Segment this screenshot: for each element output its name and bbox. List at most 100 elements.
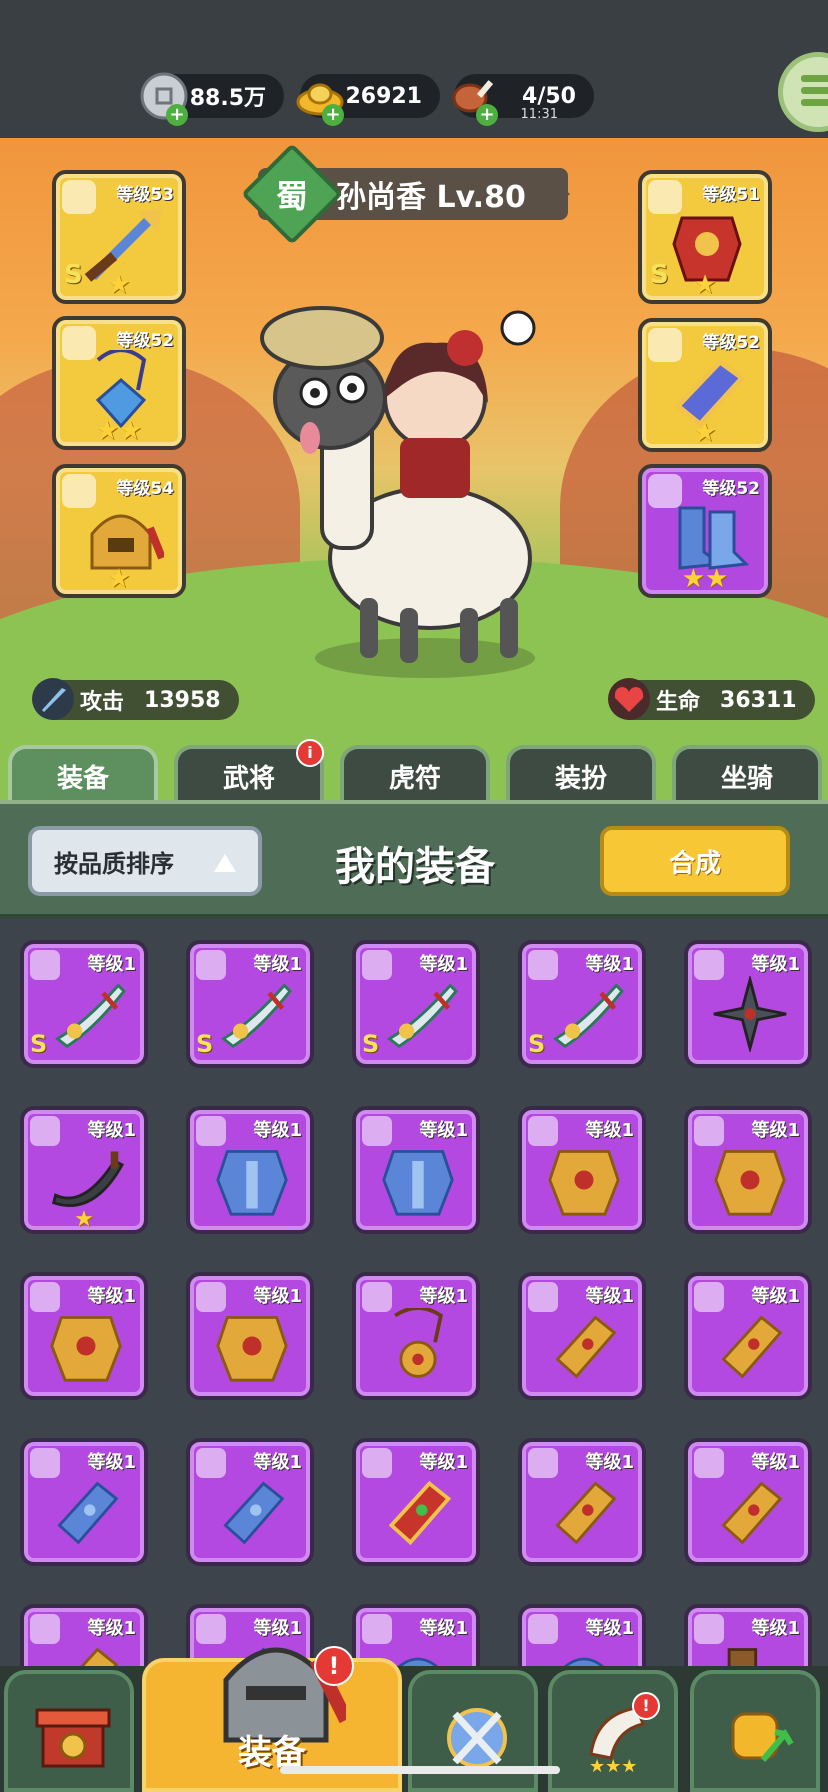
armor-gold-icon — [714, 1150, 786, 1216]
sort-label: 按品质排序 — [54, 849, 174, 878]
menu-icon — [801, 75, 828, 109]
grade-label: S — [362, 1030, 380, 1058]
gold-value: 26921 — [345, 83, 422, 109]
stamina-counter[interactable]: + 4/50 11:31 — [452, 74, 594, 126]
grade-label: S — [196, 1030, 214, 1058]
equipped-helmet-slot[interactable]: 等级54 ★ — [52, 464, 186, 598]
add-stamina-icon[interactable]: + — [476, 104, 498, 126]
svg-text:★★★: ★★★ — [589, 1756, 637, 1774]
equipped-weapon-slot[interactable]: 等级53 S ★ — [52, 170, 186, 304]
inventory-item[interactable]: 等级1 — [352, 1272, 480, 1400]
sort-by-quality-button[interactable]: 按品质排序 — [28, 826, 262, 896]
item-level: 等级1 — [253, 954, 302, 975]
sword-icon — [32, 678, 74, 720]
silver-counter[interactable]: + 88.5万 — [140, 72, 284, 126]
item-level: 等级1 — [419, 1452, 468, 1473]
top-bar: + 88.5万 + 26921 + 4/50 11:31 — [0, 0, 828, 138]
merge-button[interactable]: 合成 — [600, 826, 790, 896]
inventory-item[interactable]: 等级1 — [352, 1106, 480, 1234]
item-level: 等级1 — [419, 954, 468, 975]
tab-label: 坐骑 — [720, 763, 773, 794]
item-level: 等级1 — [253, 1286, 302, 1307]
inventory-item[interactable]: 等级1 S — [518, 940, 646, 1068]
inventory-grid: 等级1 S 等级1 S 等级1 S 等级1 S 等级1 等级1 ★ 等级1 等级1 等级1 等级1 等级1 等级… — [0, 918, 828, 1678]
item-level: 等级1 — [87, 1618, 136, 1639]
equipped-bracer-slot[interactable]: 等级52 ★ — [638, 318, 772, 452]
inventory-item[interactable]: 等级1 — [352, 1438, 480, 1566]
slot-level: 等级52 — [116, 331, 174, 351]
item-level: 等级1 — [585, 1286, 634, 1307]
hero-character-art — [260, 306, 536, 678]
silver-value: 88.5万 — [189, 86, 266, 111]
inventory-item[interactable]: 等级1 ★ — [20, 1106, 148, 1234]
inventory-item[interactable]: 等级1 — [20, 1438, 148, 1566]
item-level: 等级1 — [585, 1452, 634, 1473]
amulet-icon — [394, 1308, 443, 1378]
inventory-item[interactable]: 等级1 — [518, 1272, 646, 1400]
inventory-item[interactable]: 等级1 — [20, 1272, 148, 1400]
inventory-item[interactable]: 等级1 — [518, 1438, 646, 1566]
tab-equipment[interactable]: 装备 — [8, 745, 158, 803]
merge-label: 合成 — [668, 848, 721, 879]
item-level: 等级1 — [87, 1120, 136, 1141]
tab-mount[interactable]: 坐骑 — [672, 745, 822, 803]
tab-label: 装备 — [56, 763, 109, 794]
inventory-item[interactable]: 等级1 S — [352, 940, 480, 1068]
inventory-item[interactable]: 等级1 — [684, 1106, 812, 1234]
tab-label: 虎符 — [388, 763, 441, 794]
gold-counter[interactable]: + 26921 — [296, 74, 440, 126]
equipped-amulet-slot[interactable]: 等级52 ★★ — [52, 316, 186, 450]
slot-level: 等级51 — [702, 185, 760, 205]
tab-costume[interactable]: 装扮 — [506, 745, 656, 803]
menu-button[interactable] — [778, 52, 828, 132]
inventory-item[interactable]: 等级1 — [684, 940, 812, 1068]
star-rating: ★★ — [681, 564, 729, 594]
slot-level: 等级52 — [702, 479, 760, 499]
item-level: 等级1 — [751, 1120, 800, 1141]
item-level: 等级1 — [585, 1618, 634, 1639]
inventory-item[interactable]: 等级1 — [186, 1438, 314, 1566]
grade-label: S — [528, 1030, 546, 1058]
item-level: 等级1 — [419, 1286, 468, 1307]
inventory-item[interactable]: 等级1 — [684, 1272, 812, 1400]
item-level: 等级1 — [751, 1286, 800, 1307]
item-level: 等级1 — [419, 1120, 468, 1141]
add-silver-icon[interactable]: + — [166, 104, 188, 126]
heart-icon — [608, 678, 650, 720]
banner-arrow-icon — [540, 170, 570, 218]
item-level: 等级1 — [87, 1452, 136, 1473]
attack-value: 13958 — [144, 687, 221, 713]
nav-city-button[interactable] — [4, 1670, 134, 1792]
bracer-gold-icon — [721, 1481, 783, 1545]
armor-blue-icon — [382, 1150, 454, 1216]
sort-arrow-up-icon — [214, 854, 236, 872]
stamina-value: 4/50 — [522, 83, 576, 109]
shuriken-icon — [713, 976, 787, 1052]
bracer-red-icon — [388, 1480, 452, 1546]
slot-level: 等级52 — [702, 333, 760, 353]
inventory-item[interactable]: 等级1 — [518, 1106, 646, 1234]
alert-badge-icon: ! — [314, 1646, 354, 1686]
inventory-item[interactable]: 等级1 — [186, 1106, 314, 1234]
armor-gold-icon — [50, 1316, 122, 1382]
item-level: 等级1 — [253, 1120, 302, 1141]
nav-upgrade-button[interactable] — [690, 1670, 820, 1792]
inventory-item[interactable]: 等级1 — [186, 1272, 314, 1400]
inventory-item[interactable]: 等级1 S — [20, 940, 148, 1068]
add-gold-icon[interactable]: + — [322, 104, 344, 126]
armor-blue-icon — [216, 1150, 288, 1216]
inventory-item[interactable]: 等级1 S — [186, 940, 314, 1068]
tab-tally[interactable]: 虎符 — [340, 745, 490, 803]
nav-generals-button[interactable]: ★★★ — [548, 1670, 678, 1792]
item-level: 等级1 — [87, 1286, 136, 1307]
tab-generals[interactable]: 武将 i — [174, 739, 324, 803]
inventory-item[interactable]: 等级1 — [684, 1438, 812, 1566]
equipped-boots-slot[interactable]: 等级52 ★★ — [638, 464, 772, 598]
home-indicator[interactable] — [280, 1766, 560, 1774]
item-level: 等级1 — [751, 954, 800, 975]
equipped-armor-slot[interactable]: 等级51 S ★ — [638, 170, 772, 304]
castle-icon — [35, 1708, 111, 1768]
slot-level: 等级53 — [116, 185, 174, 205]
star-rating: ★★ — [95, 416, 143, 446]
panel-title: 我的装备 — [335, 844, 495, 890]
